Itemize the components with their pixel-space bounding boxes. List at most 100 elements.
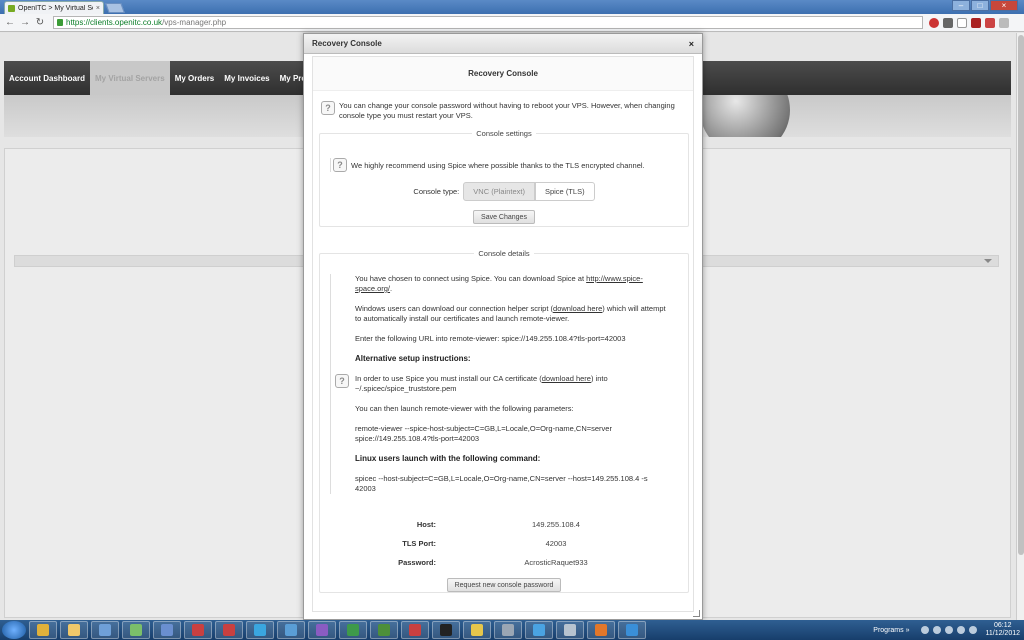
host-label: Host: [416, 520, 436, 529]
forward-button[interactable]: → [19, 17, 31, 29]
taskbar-explorer-button[interactable] [60, 621, 88, 639]
remote-viewer-url-paragraph: Enter the following URL into remote-view… [355, 334, 626, 343]
taskbar-twitter-button[interactable] [525, 621, 553, 639]
ca-certificate-text: In order to use Spice you must install o… [355, 374, 542, 383]
terminal-icon [440, 624, 452, 636]
console-details-fieldset: Console details You have chosen to conne… [319, 249, 689, 593]
page-scrollbar[interactable] [1016, 33, 1024, 620]
tray-status-icon[interactable] [921, 626, 930, 634]
stop-extension-icon[interactable] [929, 17, 939, 28]
dialog-title: Recovery Console [312, 39, 382, 48]
taskbar-visual-studio-button[interactable] [308, 621, 336, 639]
taskbar-app-red-3-button[interactable] [401, 621, 429, 639]
minimize-button[interactable]: – [952, 0, 970, 11]
recommend-text: We highly recommend using Spice where po… [351, 160, 645, 170]
taskbar-network-button[interactable] [122, 621, 150, 639]
tls-port-row: TLS Port: 42003 [320, 539, 688, 548]
back-button[interactable]: ← [4, 17, 16, 29]
console-settings-fieldset: Console settings ? We highly recommend u… [319, 129, 689, 227]
app-window-icon [564, 624, 576, 636]
url-path: /vps-manager.php [162, 18, 227, 27]
password-label: Password: [398, 558, 436, 567]
nav-my-invoices[interactable]: My Invoices [219, 61, 274, 95]
maximize-button[interactable]: □ [971, 0, 989, 11]
address-bar[interactable]: https://clients.openitc.co.uk /vps-manag… [53, 16, 923, 29]
globe-graphic [690, 95, 790, 137]
host-value: 149.255.108.4 [532, 520, 580, 529]
taskbar-project-button[interactable] [370, 621, 398, 639]
windows-taskbar: Programs » 06:12 11/12/2012 [0, 620, 1024, 640]
programs-label: Programs [873, 626, 904, 634]
tray-network-icon[interactable] [933, 626, 942, 634]
host-row: Host: 149.255.108.4 [320, 520, 688, 529]
skype-icon [254, 624, 266, 636]
nav-account-dashboard[interactable]: Account Dashboard [4, 61, 90, 95]
tray-power-icon[interactable] [969, 626, 978, 634]
taskbar-tools-button[interactable] [494, 621, 522, 639]
excel-icon [347, 624, 359, 636]
network-icon [130, 624, 142, 636]
ca-certificate-download-link[interactable]: download here [542, 374, 591, 383]
taskbar-terminal-button[interactable] [432, 621, 460, 639]
bookmark-star-icon[interactable] [957, 17, 967, 28]
dialog-close-button[interactable]: × [689, 39, 694, 49]
taskbar-messenger-button[interactable] [277, 621, 305, 639]
scrollbar-thumb[interactable] [1018, 35, 1024, 555]
extension-icon[interactable] [943, 17, 953, 28]
intro-notice: ? You can change your console password w… [321, 101, 681, 121]
taskbar-remote-desktop-button[interactable] [91, 621, 119, 639]
recovery-console-heading: Recovery Console [313, 57, 693, 91]
reload-button[interactable]: ↻ [34, 17, 46, 29]
ca-certificate-paragraph: ? In order to use Spice you must install … [335, 374, 670, 394]
mail-extension-icon[interactable] [971, 17, 981, 28]
tray-volume-icon[interactable] [945, 626, 954, 634]
taskbar-chrome-button[interactable] [29, 621, 57, 639]
tray-clock[interactable]: 06:12 11/12/2012 [985, 622, 1020, 638]
browser-tab[interactable]: OpenITC > My Virtual Serv × [4, 1, 104, 14]
console-type-vnc-option[interactable]: VNC (Plaintext) [463, 182, 535, 201]
info-icon: ? [335, 374, 349, 388]
lock-icon [57, 19, 63, 26]
helper-script-download-link[interactable]: download here [553, 304, 602, 313]
taskbar-firefox-button[interactable] [587, 621, 615, 639]
url-host: https://clients.openitc.co.uk [66, 18, 163, 27]
tls-port-value: 42003 [545, 539, 567, 548]
new-tab-button[interactable] [105, 3, 125, 13]
window-close-button[interactable]: × [990, 0, 1018, 11]
tray-flag-icon[interactable] [957, 626, 966, 634]
console-details-text: You have chosen to connect using Spice. … [330, 274, 670, 494]
project-icon [378, 624, 390, 636]
notification-extension-icon[interactable] [985, 17, 995, 28]
request-new-password-button[interactable]: Request new console password [446, 578, 562, 592]
start-button[interactable] [2, 621, 26, 639]
clock-date: 11/12/2012 [985, 630, 1020, 637]
chevron-down-icon[interactable] [984, 259, 992, 263]
programs-arrow-icon: » [905, 626, 910, 634]
tab-title: OpenITC > My Virtual Serv [18, 4, 93, 12]
taskbar-installer-button[interactable] [153, 621, 181, 639]
nav-my-orders[interactable]: My Orders [170, 61, 220, 95]
taskbar-ie-button[interactable] [618, 621, 646, 639]
taskbar-app-red-1-button[interactable] [184, 621, 212, 639]
password-value: AcrosticRaquet933 [524, 558, 588, 567]
spice-download-text: You have chosen to connect using Spice. … [355, 274, 587, 283]
tray-programs-label[interactable]: Programs » [873, 627, 909, 634]
period-text: . [390, 284, 393, 293]
save-changes-button[interactable]: Save Changes [473, 210, 535, 224]
nav-my-virtual-servers[interactable]: My Virtual Servers [90, 61, 170, 95]
console-type-spice-option[interactable]: Spice (TLS) [534, 182, 595, 201]
taskbar-app-red-2-button[interactable] [215, 621, 243, 639]
info-icon: ? [333, 158, 347, 172]
ie-icon [626, 624, 638, 636]
taskbar-skype-button[interactable] [246, 621, 274, 639]
taskbar-app-window-button[interactable] [556, 621, 584, 639]
taskbar-notepad-button[interactable] [463, 621, 491, 639]
system-tray: Programs » 06:12 11/12/2012 [873, 620, 1020, 640]
tab-close-icon[interactable]: × [96, 5, 100, 12]
console-type-row: Console type: VNC (Plaintext) Spice (TLS… [320, 182, 688, 201]
resize-grip-icon[interactable] [693, 610, 700, 617]
wrench-menu-icon[interactable] [999, 17, 1009, 28]
recovery-console-dialog: Recovery Console × Recovery Console ? Yo… [303, 33, 703, 620]
taskbar-excel-button[interactable] [339, 621, 367, 639]
notepad-icon [471, 624, 483, 636]
